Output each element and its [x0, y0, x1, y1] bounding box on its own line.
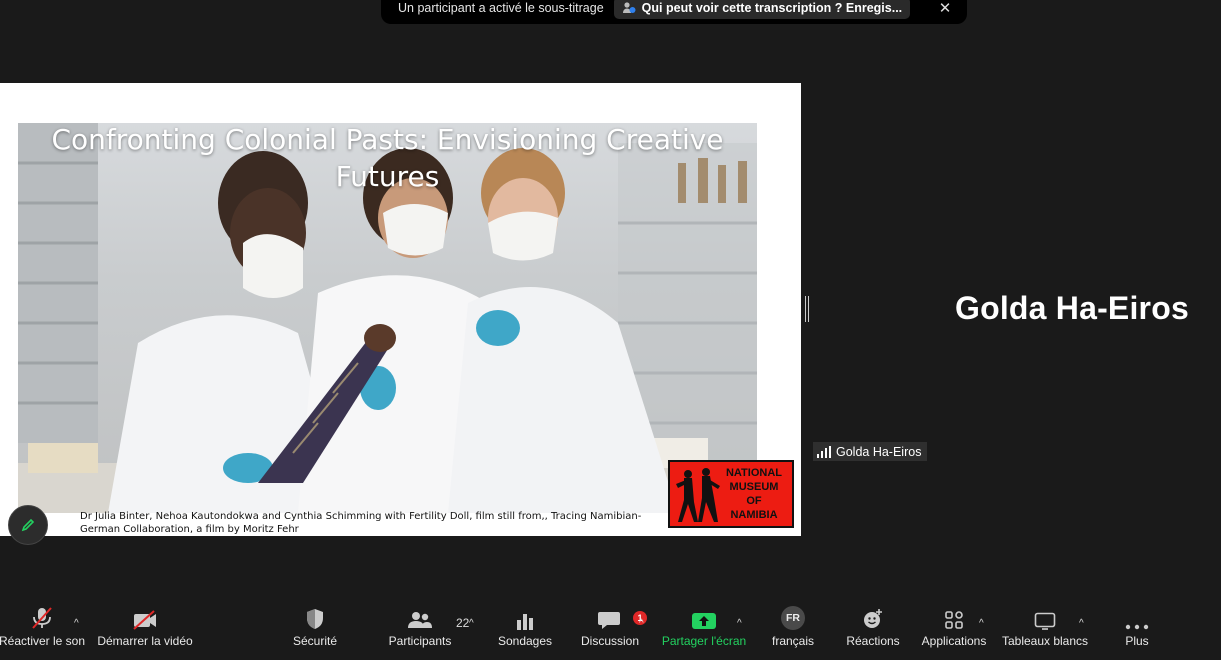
language-label: français [771, 634, 815, 648]
polls-button[interactable]: Sondages [496, 600, 554, 660]
chat-bubble-icon [598, 612, 620, 629]
share-screen-label: Partager l'écran [661, 634, 747, 648]
chat-label: Discussion [580, 634, 640, 648]
active-speaker-name: Golda Ha-Eiros [955, 290, 1189, 326]
chevron-up-icon[interactable]: ^ [74, 618, 79, 629]
language-button[interactable]: FR français [768, 600, 818, 660]
video-off-icon [133, 610, 156, 630]
transcript-visibility-link[interactable]: Qui peut voir cette transcription ? Enre… [613, 0, 911, 19]
unmute-button[interactable]: Réactiver le son [0, 600, 86, 660]
reactions-label: Réactions [846, 634, 900, 648]
share-screen-button[interactable]: Partager l'écran [661, 600, 747, 660]
transcript-link-label: Qui peut voir cette transcription ? Enre… [641, 1, 903, 15]
close-icon[interactable]: ✕ [935, 0, 955, 17]
participants-info-icon [622, 2, 636, 13]
participant-tag-label: Golda Ha-Eiros [836, 444, 922, 459]
muted-microphone-icon [32, 607, 52, 629]
notification-message: Un participant a activé le sous-titrage [398, 1, 604, 15]
start-video-button[interactable]: Démarrer la vidéo [96, 600, 194, 660]
polls-label: Sondages [497, 634, 553, 648]
start-video-label: Démarrer la vidéo [97, 634, 193, 648]
annotate-button[interactable] [8, 505, 48, 545]
view-splitter-handle[interactable] [805, 296, 809, 322]
chevron-up-icon[interactable]: ^ [737, 618, 742, 629]
smiley-plus-icon [864, 609, 882, 628]
more-button[interactable]: Plus [1116, 600, 1158, 660]
chevron-up-icon[interactable]: ^ [1079, 618, 1084, 629]
participants-button[interactable]: 22 Participants [387, 600, 469, 660]
participant-name-tag: Golda Ha-Eiros [813, 442, 928, 461]
reactions-button[interactable]: Réactions [844, 600, 902, 660]
chevron-up-icon[interactable]: ^ [469, 618, 474, 629]
bar-chart-icon [517, 614, 533, 630]
national-museum-namibia-logo: NATIONAL MUSEUM OF NAMIBIA [668, 460, 794, 528]
chevron-up-icon[interactable]: ^ [979, 618, 984, 629]
slide-caption: Dr Julia Binter, Nehoa Kautondokwa and C… [80, 511, 642, 535]
share-screen-arrow-icon [692, 613, 716, 629]
apps-label: Applications [921, 634, 987, 648]
pencil-icon [21, 518, 35, 532]
logo-text: NATIONAL MUSEUM OF NAMIBIA [725, 467, 782, 521]
caption-notification: Un participant a activé le sous-titrage … [381, 0, 967, 24]
security-label: Sécurité [292, 634, 338, 648]
chevron-up-icon[interactable]: ^ [639, 618, 644, 629]
security-button[interactable]: Sécurité [290, 600, 340, 660]
chat-button[interactable]: 1 Discussion [579, 600, 647, 660]
participants-label: Participants [388, 634, 452, 648]
signal-strength-icon [817, 445, 831, 458]
more-dots-icon [1125, 624, 1149, 630]
whiteboards-label: Tableaux blancs [1001, 634, 1089, 648]
apps-icon [945, 611, 963, 629]
shared-screen: Confronting Colonial Pasts: Envisioning … [0, 83, 801, 536]
museum-figures-icon [676, 468, 720, 522]
more-label: Plus [1125, 634, 1149, 648]
apps-button[interactable]: Applications [919, 600, 989, 660]
whiteboards-button[interactable]: Tableaux blancs [1002, 600, 1088, 660]
shield-icon [307, 609, 323, 629]
unmute-label: Réactiver le son [0, 634, 86, 648]
whiteboard-icon [1034, 612, 1056, 630]
slide-title: Confronting Colonial Pasts: Envisioning … [51, 123, 724, 193]
participants-icon [408, 612, 432, 628]
participants-count: 22 [456, 616, 470, 630]
meeting-toolbar: Réactiver le son ^ Démarrer la vidéo Séc… [0, 600, 1221, 660]
language-code-icon: FR [781, 606, 805, 630]
